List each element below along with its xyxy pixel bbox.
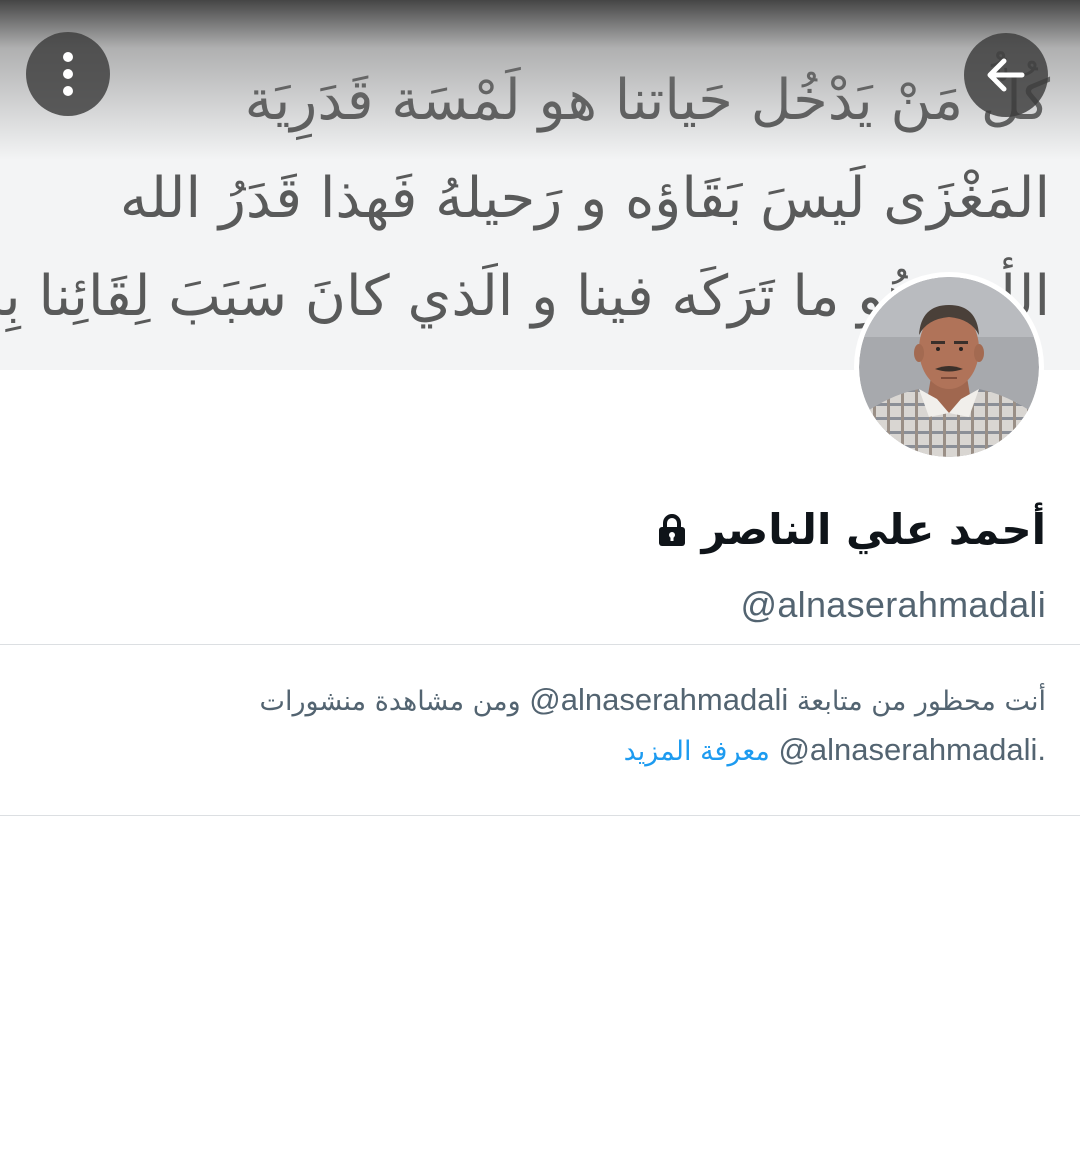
- divider: [0, 644, 1080, 645]
- notice-text: ومن مشاهدة منشورات: [259, 686, 521, 717]
- notice-handle: @alnaserahmadali.: [778, 732, 1046, 767]
- blocked-notice: أنت محظور من متابعة @alnaserahmadali ومن…: [226, 676, 1046, 776]
- notice-text: أنت محظور من متابعة: [796, 686, 1046, 717]
- profile-handle: @alnaserahmadali: [740, 584, 1046, 625]
- lock-icon: [658, 513, 685, 546]
- banner-quote-line: المَغْزَى لَيسَ بَقَاؤه و رَحيلهُ فَهذا …: [119, 166, 1050, 231]
- display-name: أحمد علي الناصر: [701, 505, 1046, 554]
- profile-name-row: أحمد علي الناصر: [656, 505, 1046, 554]
- avatar[interactable]: [854, 272, 1044, 462]
- more-options-button[interactable]: [26, 32, 110, 116]
- avatar-photo: [859, 277, 1039, 457]
- banner-quote-line: كُلُّ مَنْ يَدْخُل حَياتنا هو لَمْسَة قَ…: [244, 68, 1050, 133]
- divider: [0, 815, 1080, 816]
- arrow-back-icon: [987, 58, 1025, 92]
- back-button[interactable]: [964, 33, 1048, 117]
- more-vertical-icon: [63, 52, 73, 96]
- learn-more-link[interactable]: معرفة المزيد: [624, 736, 770, 767]
- notice-handle: @alnaserahmadali: [529, 682, 789, 717]
